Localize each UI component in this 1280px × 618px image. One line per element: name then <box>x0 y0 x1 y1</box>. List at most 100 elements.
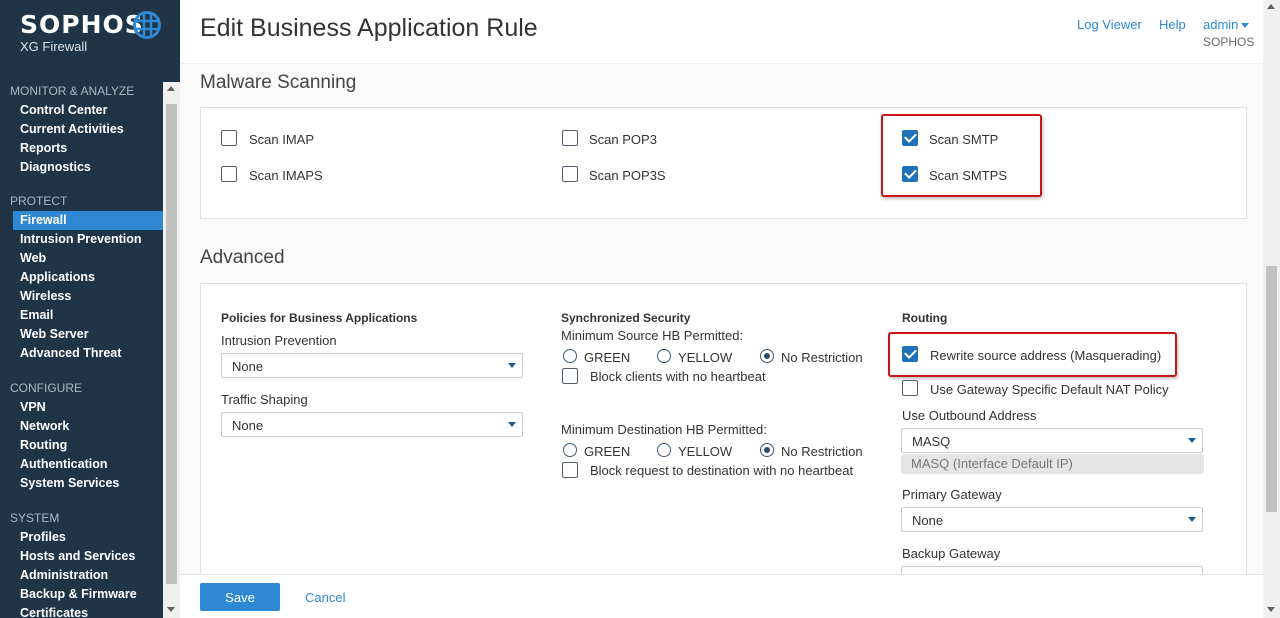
scan-imap-checkbox[interactable] <box>221 130 237 146</box>
sidebar-item-advanced-threat[interactable]: Advanced Threat <box>0 344 163 363</box>
dest-yellow-radio[interactable] <box>657 443 671 457</box>
product-name: XG Firewall <box>20 39 88 54</box>
rewrite-source-label: Rewrite source address (Masquerading) <box>930 348 1162 363</box>
scan-imap-label: Scan IMAP <box>249 132 315 147</box>
intrusion-prevention-value: None <box>232 359 264 374</box>
cancel-link[interactable]: Cancel <box>305 590 345 605</box>
sidebar-item-web-server[interactable]: Web Server <box>0 325 163 344</box>
scroll-down-icon[interactable] <box>1267 607 1275 612</box>
sidebar-item-applications[interactable]: Applications <box>0 268 163 287</box>
sidebar-item-control-center[interactable]: Control Center <box>0 101 163 120</box>
intrusion-prevention-select[interactable]: None <box>221 353 523 378</box>
sidebar-item-diagnostics[interactable]: Diagnostics <box>0 158 163 177</box>
sidebar-item-reports[interactable]: Reports <box>0 139 163 158</box>
sidebar-item-network[interactable]: Network <box>0 417 163 436</box>
sidebar-item-profiles[interactable]: Profiles <box>0 528 163 547</box>
outbound-address-hint: MASQ (Interface Default IP) <box>901 454 1204 474</box>
sidebar: SOPHOS XG Firewall MONITOR & ANALYZE Con… <box>0 0 180 618</box>
sidebar-item-firewall[interactable]: Firewall <box>13 211 163 230</box>
chevron-down-icon <box>508 363 516 368</box>
sidebar-item-vpn[interactable]: VPN <box>0 398 163 417</box>
source-no-restriction-label: No Restriction <box>781 350 863 365</box>
malware-scanning-title: Malware Scanning <box>200 72 357 93</box>
traffic-shaping-select[interactable]: None <box>221 412 523 437</box>
gateway-nat-checkbox[interactable] <box>902 380 918 396</box>
outbound-address-hint-text: MASQ (Interface Default IP) <box>911 456 1073 471</box>
sidebar-item-web[interactable]: Web <box>0 249 163 268</box>
page-scrollbar[interactable] <box>1263 0 1280 618</box>
outbound-address-select[interactable]: MASQ <box>901 428 1203 453</box>
save-button[interactable]: Save <box>200 583 280 611</box>
sidebar-item-routing[interactable]: Routing <box>0 436 163 455</box>
min-dest-hb-label: Minimum Destination HB Permitted: <box>561 422 767 437</box>
source-green-radio[interactable] <box>563 349 577 363</box>
scan-imaps-label: Scan IMAPS <box>249 168 323 183</box>
sidebar-item-backup-firmware[interactable]: Backup & Firmware <box>0 585 163 604</box>
advanced-title: Advanced <box>200 247 285 268</box>
page-header: Edit Business Application Rule Log Viewe… <box>180 0 1263 64</box>
page-title: Edit Business Application Rule <box>200 14 538 42</box>
backup-gateway-select[interactable] <box>901 566 1203 574</box>
source-yellow-label: YELLOW <box>678 350 733 365</box>
scan-smtps-label: Scan SMTPS <box>929 168 1008 183</box>
highlight-box-smtp <box>881 114 1042 197</box>
nav-section-monitor: MONITOR & ANALYZE <box>10 84 135 98</box>
sidebar-item-intrusion-prevention[interactable]: Intrusion Prevention <box>0 230 163 249</box>
chevron-down-icon <box>1188 438 1196 443</box>
block-clients-checkbox[interactable] <box>562 368 578 384</box>
intrusion-prevention-label: Intrusion Prevention <box>221 333 337 348</box>
scan-pop3-label: Scan POP3 <box>589 132 657 147</box>
sidebar-scrollbar[interactable] <box>163 82 180 618</box>
block-request-checkbox[interactable] <box>562 462 578 478</box>
primary-gateway-value: None <box>912 513 944 528</box>
sidebar-scroll-thumb[interactable] <box>166 104 177 584</box>
routing-heading: Routing <box>902 311 948 325</box>
sidebar-nav: MONITOR & ANALYZE Control Center Current… <box>0 82 163 618</box>
scan-imaps-checkbox[interactable] <box>221 166 237 182</box>
sidebar-item-wireless[interactable]: Wireless <box>0 287 163 306</box>
dest-green-radio[interactable] <box>563 443 577 457</box>
logo-text: SOPHOS <box>20 10 144 39</box>
block-clients-label: Block clients with no heartbeat <box>590 369 766 384</box>
min-source-hb-label: Minimum Source HB Permitted: <box>561 328 744 343</box>
source-yellow-radio[interactable] <box>657 349 671 363</box>
scan-pop3s-label: Scan POP3S <box>589 168 666 183</box>
scroll-up-icon[interactable] <box>1267 4 1275 9</box>
scan-pop3s-checkbox[interactable] <box>562 166 578 182</box>
log-viewer-link[interactable]: Log Viewer <box>1077 17 1142 32</box>
malware-scanning-panel: Scan IMAP Scan IMAPS Scan POP3 Scan POP3… <box>200 107 1247 219</box>
primary-gateway-select[interactable]: None <box>901 507 1203 532</box>
scan-smtp-checkbox[interactable] <box>902 130 918 146</box>
source-no-restriction-radio[interactable] <box>760 349 774 363</box>
rewrite-source-checkbox[interactable] <box>902 346 918 362</box>
sidebar-item-email[interactable]: Email <box>0 306 163 325</box>
dest-yellow-label: YELLOW <box>678 444 733 459</box>
main-content: Malware Scanning Scan IMAP Scan IMAPS Sc… <box>180 64 1263 574</box>
outbound-address-value: MASQ <box>912 434 951 449</box>
sophos-logo[interactable]: SOPHOS XG Firewall <box>20 10 144 54</box>
page-scroll-thumb[interactable] <box>1266 266 1277 512</box>
sidebar-item-hosts-and-services[interactable]: Hosts and Services <box>0 547 163 566</box>
sidebar-item-administration[interactable]: Administration <box>0 566 163 585</box>
dest-no-restriction-radio[interactable] <box>760 443 774 457</box>
sidebar-item-current-activities[interactable]: Current Activities <box>0 120 163 139</box>
sidebar-item-certificates[interactable]: Certificates <box>0 604 163 618</box>
scroll-up-icon[interactable] <box>167 86 175 91</box>
nav-section-protect: PROTECT <box>10 194 68 208</box>
chevron-down-icon <box>508 422 516 427</box>
dest-green-label: GREEN <box>584 444 631 459</box>
source-green-label: GREEN <box>584 350 631 365</box>
sync-security-heading: Synchronized Security <box>561 311 691 325</box>
sidebar-item-system-services[interactable]: System Services <box>0 474 163 493</box>
scroll-down-icon[interactable] <box>167 607 175 612</box>
help-link[interactable]: Help <box>1159 17 1186 32</box>
traffic-shaping-label: Traffic Shaping <box>221 392 308 407</box>
sidebar-item-authentication[interactable]: Authentication <box>0 455 163 474</box>
scan-smtps-checkbox[interactable] <box>902 166 918 182</box>
policies-heading: Policies for Business Applications <box>221 311 418 325</box>
scan-pop3-checkbox[interactable] <box>562 130 578 146</box>
globe-icon <box>133 11 161 39</box>
user-menu[interactable]: admin SOPHOS <box>1203 17 1254 49</box>
chevron-down-icon <box>1241 23 1250 29</box>
block-request-label: Block request to destination with no hea… <box>590 463 854 478</box>
